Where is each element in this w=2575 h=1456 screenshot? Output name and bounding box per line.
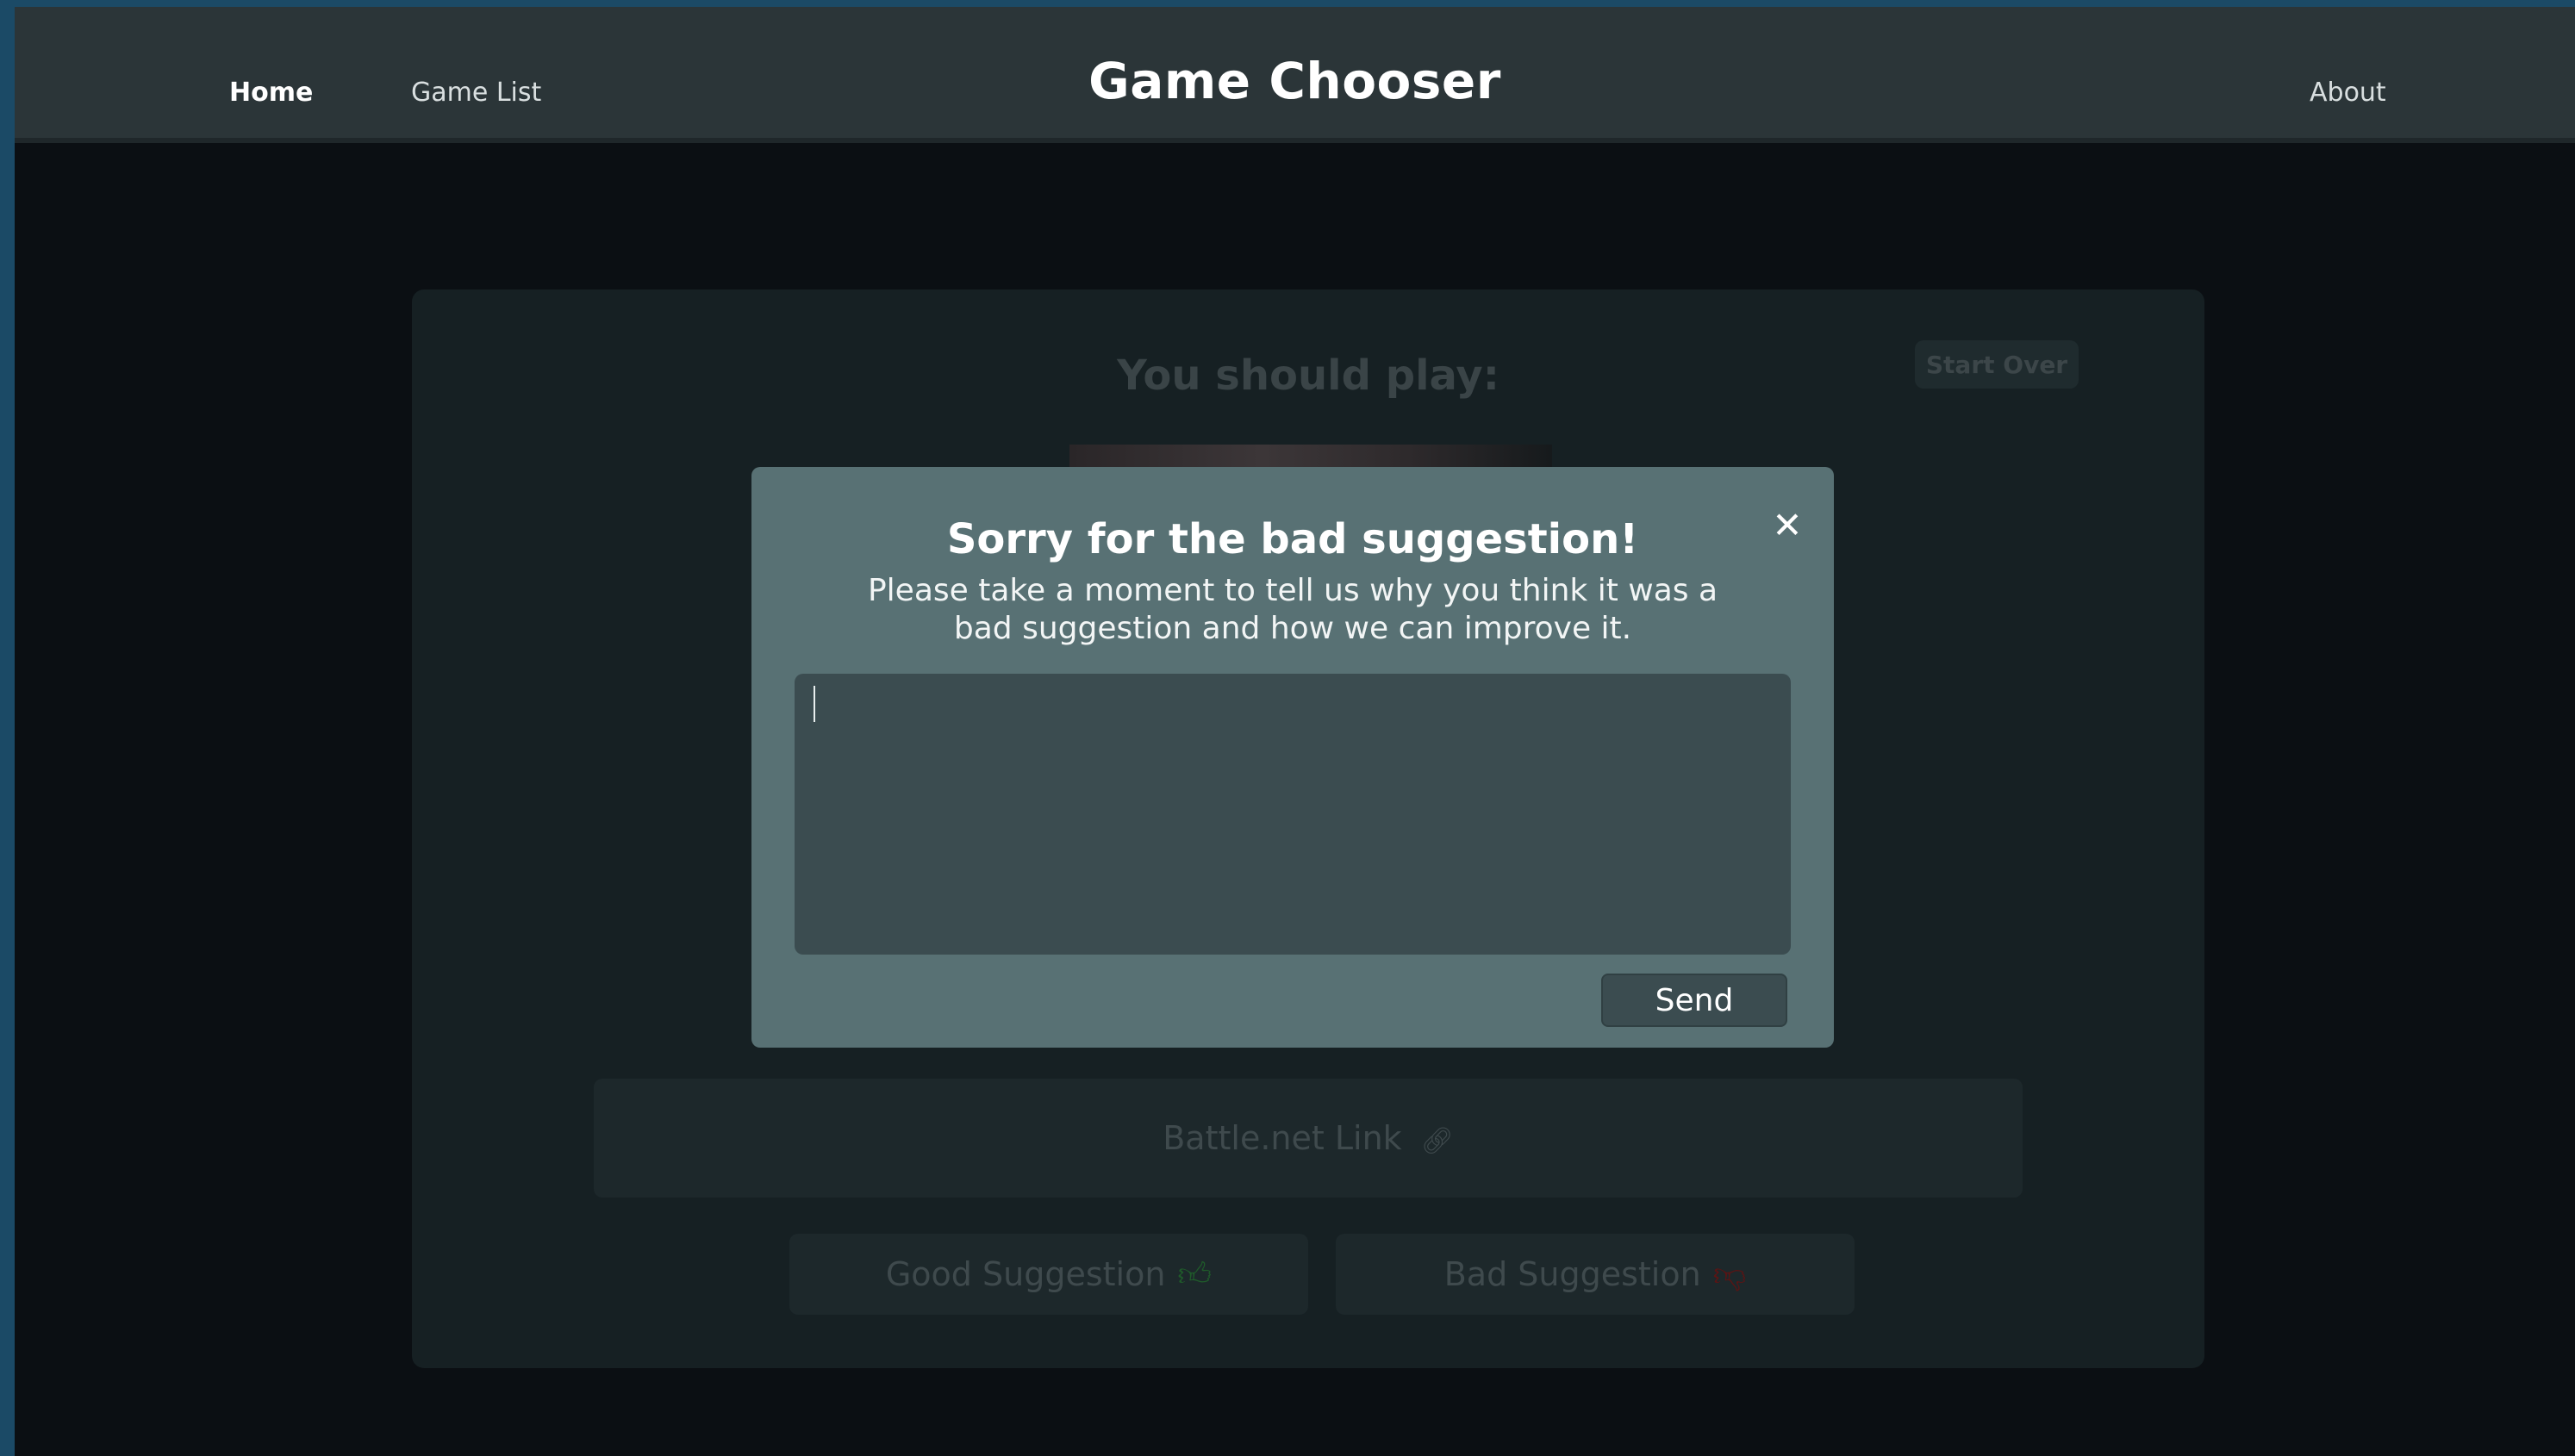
good-suggestion-label: Good Suggestion — [885, 1255, 1166, 1293]
app-window: Home Game List Game Chooser About You sh… — [15, 7, 2575, 1456]
good-suggestion-button[interactable]: Good Suggestion 👍︎ — [789, 1234, 1308, 1315]
modal-description: Please take a moment to tell us why you … — [867, 573, 1718, 646]
close-icon[interactable]: ✕ — [1768, 507, 1806, 544]
nav-about-link[interactable]: About — [2310, 78, 2386, 108]
thumbs-up-icon: 👍︎ — [1177, 1255, 1213, 1293]
feedback-textarea[interactable] — [795, 674, 1791, 955]
start-over-button[interactable]: Start Over — [1915, 340, 2079, 389]
send-button[interactable]: Send — [1601, 974, 1787, 1027]
navbar: Home Game List Game Chooser About — [15, 7, 2575, 143]
bad-suggestion-label: Bad Suggestion — [1443, 1255, 1701, 1293]
text-cursor — [814, 686, 815, 722]
modal-title: Sorry for the bad suggestion! — [946, 515, 1639, 563]
store-link-button[interactable]: Battle.net Link 🔗︎ — [594, 1079, 2023, 1198]
store-link-label: Battle.net Link — [1163, 1119, 1402, 1157]
site-title[interactable]: Game Chooser — [15, 52, 2575, 110]
thumbs-down-icon: 👎︎ — [1712, 1255, 1747, 1293]
bad-suggestion-button[interactable]: Bad Suggestion 👎︎ — [1336, 1234, 1855, 1315]
link-icon: 🔗︎ — [1420, 1126, 1454, 1156]
feedback-modal: Sorry for the bad suggestion! ✕ Please t… — [751, 467, 1834, 1048]
